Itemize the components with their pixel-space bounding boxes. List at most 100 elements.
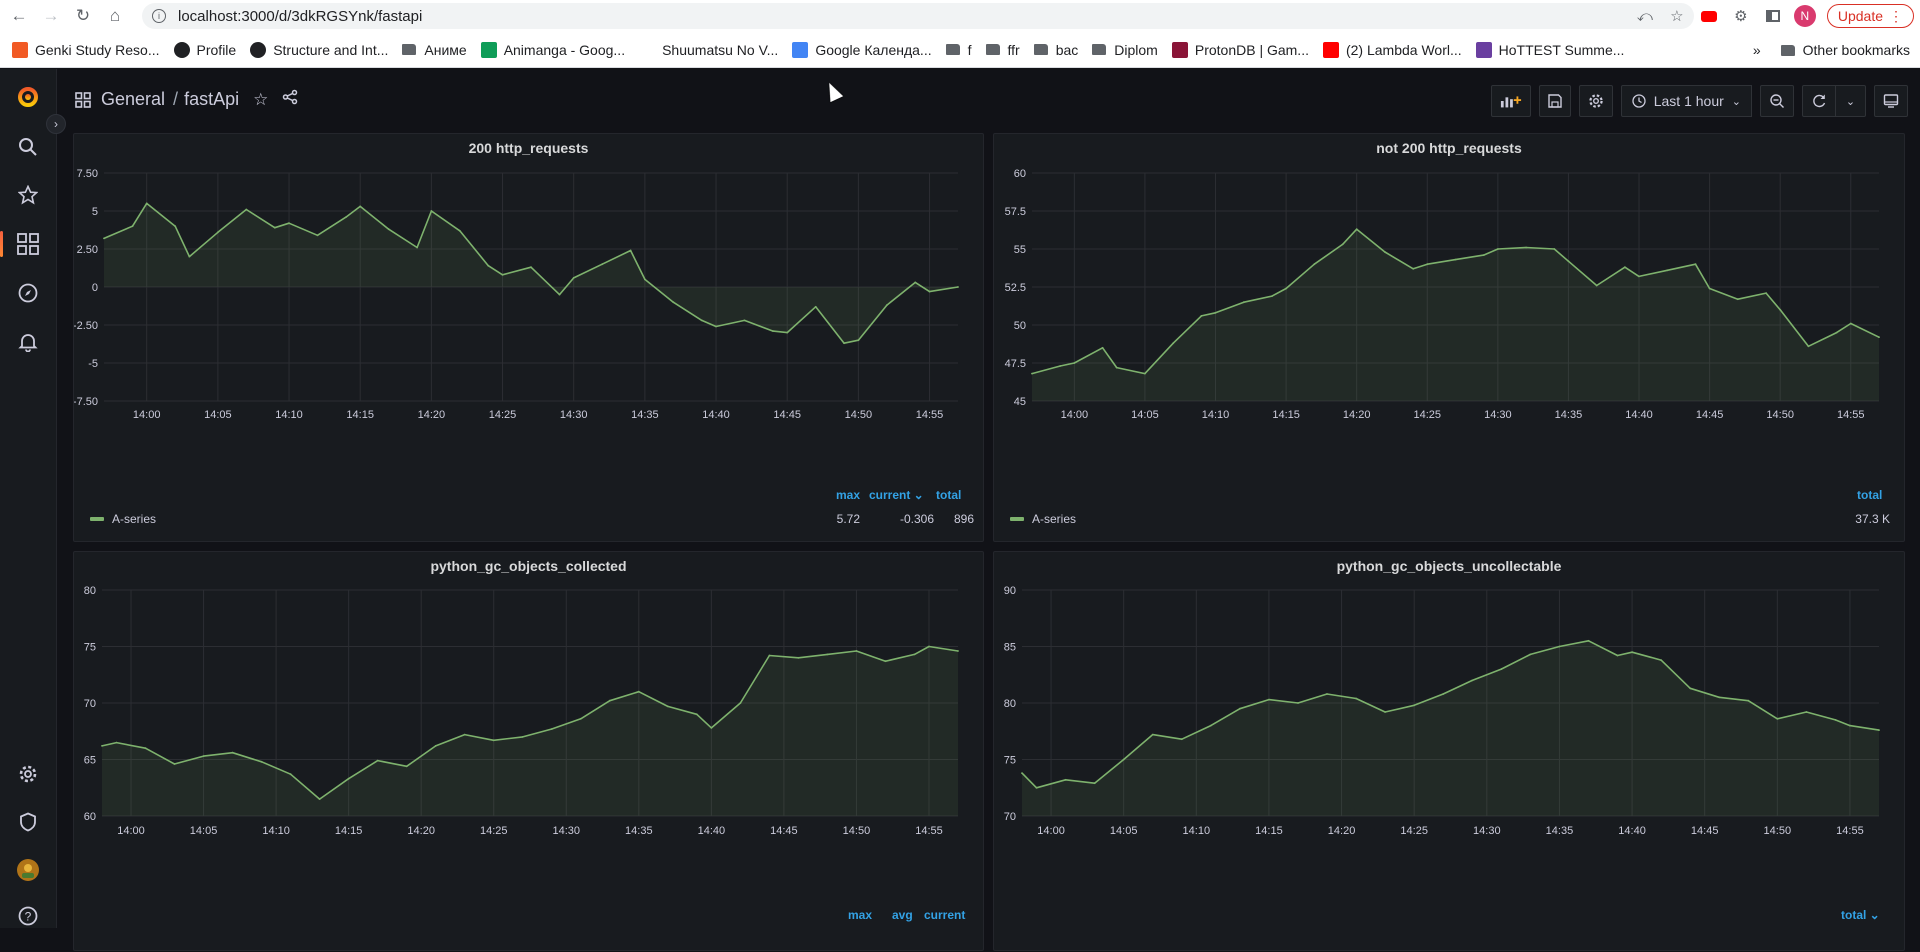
legend-header-total[interactable]: total — [1857, 488, 1882, 502]
forward-arrow-icon[interactable]: → — [38, 3, 64, 29]
dashboard-title[interactable]: fastApi — [184, 89, 239, 110]
data-point — [1454, 258, 1457, 261]
series-color-swatch[interactable] — [1010, 517, 1024, 521]
y-tick-label: 60 — [1014, 168, 1026, 180]
bookmark-item[interactable]: ProtonDB | Gam... — [1171, 41, 1309, 58]
x-tick-label: 14:35 — [1555, 409, 1583, 421]
url-text[interactable]: localhost:3000/d/3dkRGSYnk/fastapi — [178, 8, 422, 25]
search-icon[interactable] — [14, 133, 42, 161]
legend-header-total[interactable]: total ⌄ — [1841, 908, 1880, 922]
back-arrow-icon[interactable]: ← — [6, 3, 32, 29]
browser-toolbar: ← → ↻ ⌂ i localhost:3000/d/3dkRGSYnk/fas… — [0, 0, 1920, 32]
legend-header-max[interactable]: max — [848, 908, 872, 922]
reload-icon[interactable]: ↻ — [70, 3, 96, 29]
time-picker-button[interactable]: Last 1 hour ⌄ — [1620, 85, 1752, 117]
legend-value-current: -0.306 — [899, 512, 934, 526]
folder-icon — [1092, 44, 1107, 55]
profile-avatar[interactable]: N — [1789, 0, 1821, 32]
bookmark-item[interactable]: (2) Lambda Worl... — [1322, 41, 1462, 58]
starred-icon[interactable] — [14, 181, 42, 209]
share-icon[interactable]: ⤺ — [1629, 0, 1661, 32]
data-point — [644, 278, 646, 281]
legend-header-total[interactable]: total — [936, 488, 961, 502]
legend-series-label[interactable]: A-series — [1032, 512, 1076, 526]
other-bookmarks[interactable]: Other bookmarks — [1803, 42, 1910, 58]
data-point — [217, 231, 219, 234]
data-point — [1413, 704, 1416, 707]
alerting-bell-icon[interactable] — [14, 328, 42, 356]
user-avatar[interactable] — [14, 856, 42, 884]
refresh-button[interactable] — [1802, 85, 1836, 117]
server-admin-shield-icon[interactable] — [14, 808, 42, 836]
x-tick-label: 14:25 — [489, 409, 517, 421]
y-tick-label: 52.5 — [1005, 282, 1026, 294]
home-icon[interactable]: ⌂ — [102, 3, 128, 29]
panel-graph[interactable]: 90 85 80 75 70 14:00 14:05 14:10 14:15 14:20 14:25… — [994, 552, 1906, 952]
configuration-gear-icon[interactable] — [14, 760, 42, 788]
dashboards-icon[interactable] — [14, 230, 42, 258]
legend-header-avg[interactable]: avg — [892, 908, 913, 922]
data-point — [103, 237, 105, 240]
legend-series-item[interactable]: A-series — [90, 512, 156, 526]
bookmark-item[interactable]: Genki Study Reso... — [12, 41, 160, 58]
panel-python-gc-objects-collected[interactable]: python_gc_objects_collected 80 75 70 65 60 14… — [73, 551, 984, 951]
data-point — [666, 705, 669, 708]
more-bookmarks-chevron-icon[interactable]: » — [1753, 42, 1761, 58]
panel-python-gc-objects-uncollectable[interactable]: python_gc_objects_uncollectable 90 85 80 75… — [993, 551, 1905, 951]
expand-menu-chevron-icon[interactable]: › — [46, 114, 66, 134]
explore-compass-icon[interactable] — [14, 279, 42, 307]
legend-header-current[interactable]: current ⌄ — [869, 488, 924, 502]
bookmark-item[interactable]: Shuumatsu No V... — [639, 41, 778, 58]
bookmark-item[interactable]: Google Календа... — [792, 41, 932, 58]
bookmark-item[interactable]: f — [945, 42, 972, 58]
help-icon[interactable]: ? — [14, 904, 42, 928]
breadcrumb: General / fastApi ☆ — [75, 89, 298, 110]
refresh-interval-dropdown[interactable]: ⌄ — [1836, 85, 1866, 117]
x-tick-label: 14:55 — [916, 409, 944, 421]
y-tick-label: 80 — [84, 585, 96, 597]
bookmark-label: Animanga - Goog... — [503, 41, 626, 58]
address-bar[interactable]: i localhost:3000/d/3dkRGSYnk/fastapi — [142, 3, 1694, 29]
legend-series-item[interactable]: A-series — [1010, 512, 1076, 526]
bookmark-item[interactable]: bac — [1033, 42, 1078, 58]
panel-200-http-requests[interactable]: 200 http_requests 7.50 5 2.50 0 -2.50 -5 -7.50… — [73, 133, 984, 542]
site-info-icon[interactable]: i — [152, 9, 166, 23]
x-tick-label: 14:55 — [915, 825, 943, 837]
clock-icon — [1632, 94, 1646, 108]
bookmark-star-icon[interactable]: ☆ — [1661, 0, 1693, 32]
bookmark-item[interactable]: HoTTEST Summe... — [1475, 41, 1624, 58]
series-color-swatch[interactable] — [90, 517, 104, 521]
legend-series-label[interactable]: A-series — [112, 512, 156, 526]
view-mode-button[interactable] — [1874, 85, 1908, 117]
data-point — [1209, 724, 1212, 727]
grafana-logo-icon[interactable] — [14, 83, 42, 111]
data-point — [245, 208, 248, 211]
save-dashboard-button[interactable] — [1538, 85, 1571, 117]
dashboard-settings-button[interactable] — [1578, 85, 1613, 117]
y-tick-label: 70 — [1004, 811, 1016, 823]
extensions-puzzle-icon[interactable]: ⚙ — [1725, 0, 1757, 32]
panel-not-200-http-requests[interactable]: not 200 http_requests 60 57.5 55 52.5 50 47.5… — [993, 133, 1905, 542]
youtube-extension-icon[interactable] — [1693, 0, 1725, 32]
y-tick-label: 90 — [1004, 585, 1016, 597]
update-button[interactable]: Update ⋮ — [1826, 4, 1914, 28]
bookmark-item[interactable]: Structure and Int... — [250, 41, 388, 58]
legend-header-current[interactable]: current — [924, 908, 965, 922]
share-dashboard-icon[interactable] — [282, 89, 298, 110]
side-panel-icon[interactable] — [1757, 0, 1789, 32]
y-tick-label: -2.50 — [74, 320, 98, 332]
legend-header-max[interactable]: max — [836, 488, 860, 502]
bookmark-item[interactable]: Diplom — [1092, 42, 1158, 58]
panel-graph[interactable]: 80 75 70 65 60 14:00 14:05 14:10 14:15 14:20 14:25… — [74, 552, 985, 952]
panel-graph[interactable]: 7.50 5 2.50 0 -2.50 -5 -7.50 14:00 14:05 14:10 14:… — [74, 134, 985, 543]
bookmark-item[interactable]: ffr — [985, 42, 1020, 58]
bookmark-item[interactable]: Animanga - Goog... — [480, 41, 626, 58]
bookmark-item[interactable]: Аниме — [402, 42, 467, 58]
zoom-out-button[interactable] — [1760, 85, 1794, 117]
star-dashboard-icon[interactable]: ☆ — [253, 90, 268, 110]
data-point — [173, 763, 176, 765]
panel-graph[interactable]: 60 57.5 55 52.5 50 47.5 45 14:00 14:05 14:10 14:15… — [994, 134, 1906, 543]
breadcrumb-folder[interactable]: General — [101, 89, 165, 110]
add-panel-button[interactable] — [1490, 85, 1531, 117]
bookmark-item[interactable]: Profile — [173, 41, 236, 58]
